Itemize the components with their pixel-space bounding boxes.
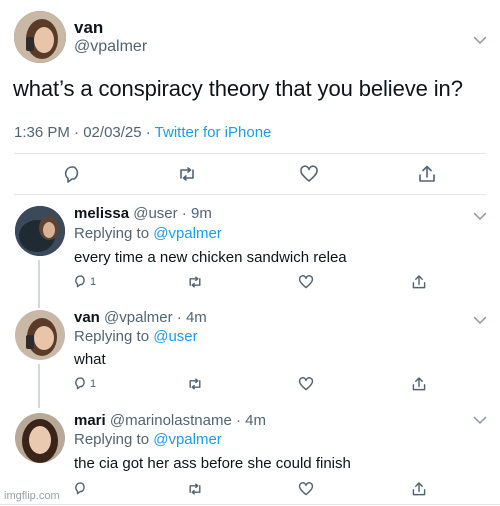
reply-author-handle[interactable]: @marinolastname (110, 412, 232, 429)
reply-icon[interactable] (74, 376, 88, 390)
replying-label: Replying to (74, 225, 150, 242)
tweet-date: 02/03/25 (83, 124, 142, 141)
tweet-time: 1:36 PM (14, 124, 70, 141)
retweet-icon[interactable] (187, 274, 203, 290)
reply-author-name[interactable]: melissa (74, 205, 129, 222)
author-name[interactable]: van (74, 18, 103, 38)
divider (14, 153, 486, 154)
reply-icon[interactable] (74, 481, 88, 495)
tweet-meta: 1:36 PM · 02/03/25 · Twitter for iPhone (14, 124, 271, 141)
author-avatar[interactable] (14, 11, 66, 63)
like-icon[interactable] (298, 274, 314, 290)
reply-age: 4m (185, 309, 207, 326)
reply-count: 1 (90, 378, 97, 390)
replying-to-handle[interactable]: @vpalmer (153, 431, 222, 448)
like-icon[interactable] (298, 481, 314, 497)
divider (14, 194, 486, 195)
reply-header: van @vpalmer · 4m (74, 309, 207, 326)
reply-count: 1 (90, 276, 97, 288)
reply-author-name[interactable]: van (74, 309, 100, 326)
reply-avatar[interactable] (15, 413, 65, 463)
reply-avatar[interactable] (15, 310, 65, 360)
retweet-icon[interactable] (187, 481, 203, 497)
meta-separator: · (177, 205, 191, 222)
meta-separator: · (172, 309, 186, 326)
tweet-text: what’s a conspiracy theory that you beli… (13, 76, 463, 101)
reply-age: 4m (245, 412, 266, 429)
reply-tweet: mari @marinolastname · 4m Replying to @v… (0, 402, 500, 502)
meta-separator: · (231, 412, 246, 429)
share-icon[interactable] (411, 481, 427, 497)
replying-to-handle[interactable]: @vpalmer (153, 225, 222, 242)
reply-header: melissa @user · 9m (74, 205, 212, 222)
tweet-client[interactable]: Twitter for iPhone (155, 124, 272, 141)
reply-tweet: melissa @user · 9m Replying to @vpalmer … (0, 196, 500, 308)
more-options-icon[interactable] (472, 208, 488, 221)
replying-to: Replying to @vpalmer (74, 431, 222, 448)
reply-text: the cia got her ass before she could fin… (74, 455, 351, 472)
reply-icon[interactable] (63, 164, 83, 184)
more-options-icon[interactable] (472, 32, 488, 45)
replying-to-handle[interactable]: @user (153, 328, 197, 345)
share-icon[interactable] (411, 274, 427, 290)
reply-author-handle[interactable]: @user (133, 205, 177, 222)
reply-author-handle[interactable]: @vpalmer (104, 309, 173, 326)
reply-author-name[interactable]: mari (74, 412, 106, 429)
replying-label: Replying to (74, 431, 150, 448)
share-icon[interactable] (411, 376, 427, 392)
like-icon[interactable] (299, 164, 319, 184)
share-icon[interactable] (417, 164, 437, 184)
like-icon[interactable] (298, 376, 314, 392)
reply-text: what (74, 351, 106, 368)
replying-to: Replying to @user (74, 328, 198, 345)
reply-text: every time a new chicken sandwich relea (74, 249, 347, 266)
retweet-icon[interactable] (177, 164, 197, 184)
divider (0, 504, 500, 505)
reply-avatar[interactable] (15, 206, 65, 256)
reply-header: mari @marinolastname · 4m (74, 412, 266, 429)
more-options-icon[interactable] (472, 412, 488, 425)
meta-separator: · (69, 124, 84, 141)
retweet-icon[interactable] (187, 376, 203, 392)
replying-to: Replying to @vpalmer (74, 225, 222, 242)
reply-tweet: van @vpalmer · 4m Replying to @user what… (0, 300, 500, 408)
watermark: imgflip.com (4, 490, 60, 502)
more-options-icon[interactable] (472, 312, 488, 325)
replying-label: Replying to (74, 328, 150, 345)
reply-icon[interactable] (74, 274, 88, 288)
author-handle[interactable]: @vpalmer (74, 38, 147, 56)
main-tweet: van @vpalmer what’s a conspiracy theory … (0, 0, 500, 195)
reply-age: 9m (190, 205, 212, 222)
meta-separator: · (141, 124, 155, 141)
